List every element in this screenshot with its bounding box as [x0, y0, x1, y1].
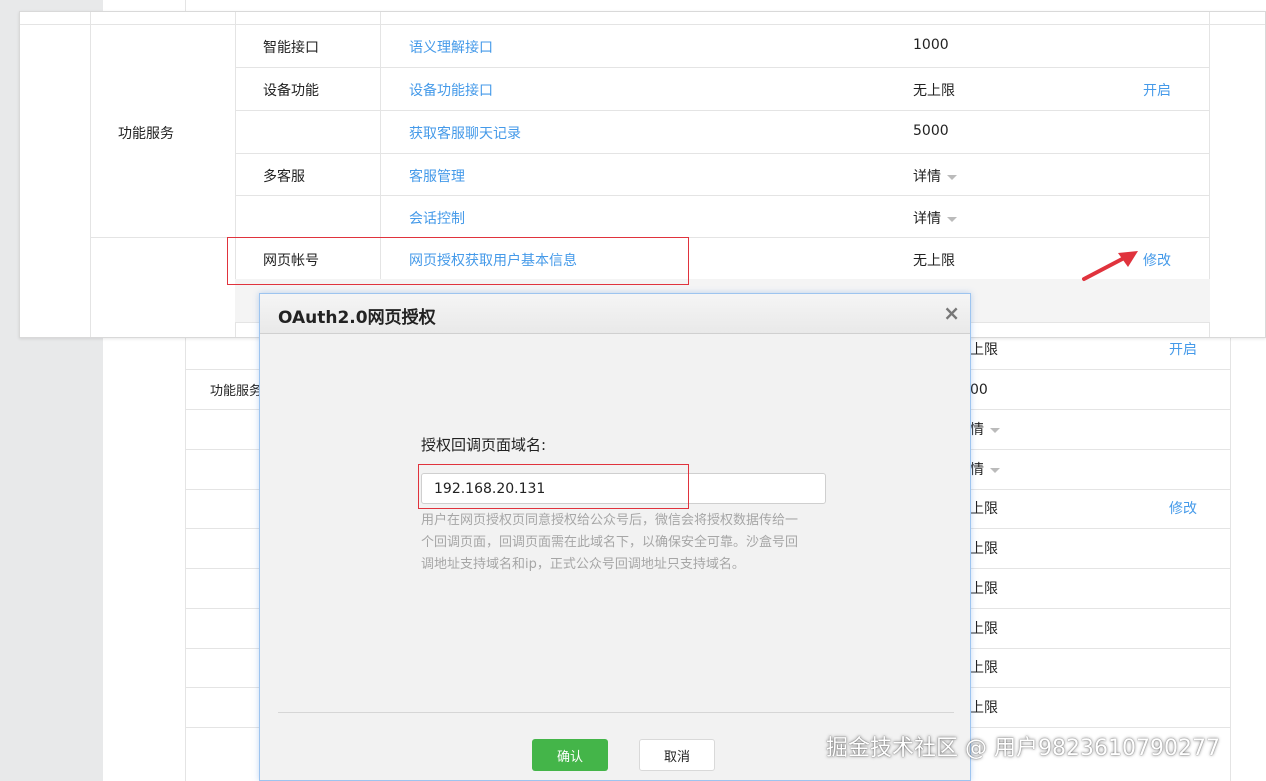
row-value: 1000	[913, 37, 949, 53]
column-divider	[90, 12, 91, 337]
callback-domain-label: 授权回调页面域名:	[421, 436, 547, 454]
modify-link[interactable]: 修改	[1143, 250, 1171, 270]
cancel-button[interactable]: 取消	[639, 739, 715, 771]
row-value: 详情	[913, 211, 941, 227]
row-value: 5000	[913, 123, 949, 139]
row-value: 上限	[970, 621, 998, 637]
row-value: 详情	[913, 169, 941, 185]
row-category: 智能接口	[263, 40, 319, 56]
table-row: 智能接口 语义理解接口 1000	[235, 25, 1210, 68]
details-dropdown[interactable]: 情	[970, 410, 1000, 450]
dialog-title: OAuth2.0网页授权	[278, 308, 436, 328]
device-api-link[interactable]: 设备功能接口	[409, 80, 493, 100]
feature-service-table: 功能服务 多客服 智能接口 语义理解接口 1000 设备功能 设备功能接口 无上…	[19, 11, 1266, 338]
watermark: 掘金技术社区 @ 用户9823610790277	[826, 736, 1220, 761]
row-value: 无上限	[913, 253, 955, 269]
details-dropdown[interactable]: 情	[970, 450, 1000, 490]
details-dropdown[interactable]: 详情	[913, 166, 957, 186]
row-value: 情	[970, 422, 984, 438]
caret-down-icon	[990, 427, 1000, 433]
table-row: 获取客服聊天记录 5000	[235, 111, 1210, 154]
table-row: 会话控制 详情	[235, 196, 1210, 238]
row-value: 情	[970, 462, 984, 478]
oauth-dialog: OAuth2.0网页授权 × 授权回调页面域名: 用户在网页授权页同意授权给公众…	[259, 293, 971, 781]
row-category: 设备功能	[263, 83, 319, 99]
enable-link[interactable]: 开启	[1143, 80, 1171, 100]
service-management-link[interactable]: 客服管理	[409, 166, 465, 186]
caret-down-icon	[947, 174, 957, 180]
caret-down-icon	[990, 467, 1000, 473]
row-divider	[90, 237, 235, 238]
row-value: 上限	[970, 541, 998, 557]
row-value: 上限	[970, 501, 998, 517]
close-icon[interactable]: ×	[943, 302, 960, 324]
table-row: 设备功能 设备功能接口 无上限 开启	[235, 68, 1210, 111]
modify-link[interactable]: 修改	[1169, 489, 1197, 529]
row-value: 上限	[970, 700, 998, 716]
footer-divider	[278, 712, 954, 713]
row-value: 上限	[970, 581, 998, 597]
callback-domain-input[interactable]	[421, 473, 826, 504]
group-label: 功能服务	[118, 126, 174, 142]
column-divider	[1230, 330, 1231, 781]
semantic-api-link[interactable]: 语义理解接口	[409, 37, 493, 57]
caret-down-icon	[947, 216, 957, 222]
highlight-box	[227, 237, 689, 285]
row-value: 00	[970, 382, 988, 398]
row-value: 无上限	[913, 83, 955, 99]
field-help-text: 用户在网页授权页同意授权给公众号后，微信会将授权数据传给一个回调页面，回调页面需…	[421, 513, 799, 572]
row-value: 上限	[970, 660, 998, 676]
table-row: 客服管理 详情	[235, 154, 1210, 196]
red-arrow-icon	[1082, 251, 1138, 281]
details-dropdown[interactable]: 详情	[913, 208, 957, 228]
dialog-header: OAuth2.0网页授权 ×	[260, 294, 970, 334]
session-control-link[interactable]: 会话控制	[409, 208, 465, 228]
confirm-button[interactable]: 确认	[532, 739, 608, 771]
chat-history-link[interactable]: 获取客服聊天记录	[409, 123, 521, 143]
